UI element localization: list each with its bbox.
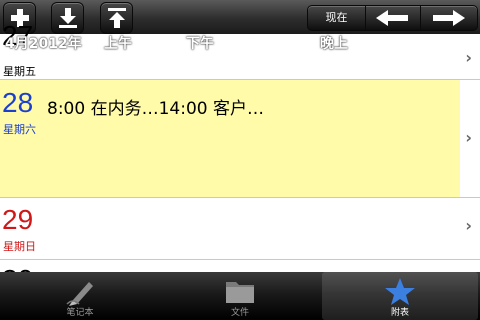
day-row-29[interactable]: 29 星期日 ›: [0, 198, 480, 260]
arrow-right-icon: [433, 10, 465, 26]
weekday-label: 星期五: [3, 65, 36, 78]
day-row-28[interactable]: 28 星期六 8:00 在内务…14:00 客户… ›: [0, 80, 480, 198]
evening-label: 晚上: [320, 36, 348, 52]
bottom-tab-bar: 笔记本 文件 附表: [0, 272, 480, 320]
now-button[interactable]: 现在: [307, 5, 366, 31]
arrow-left-icon: [376, 10, 408, 26]
pen-icon: [66, 282, 93, 306]
arrow-down-icon: [59, 8, 77, 28]
tab-label: 笔记本: [66, 308, 94, 318]
chevron-right-icon: ›: [465, 128, 472, 147]
tab-label: 文件: [230, 308, 249, 318]
next-button[interactable]: [420, 5, 478, 31]
download-button[interactable]: [51, 2, 84, 34]
tab-files[interactable]: 文件: [160, 272, 320, 320]
event-summary[interactable]: 8:00 在内务…14:00 客户…: [47, 94, 264, 119]
top-toolbar: 现在: [0, 0, 480, 34]
upload-button[interactable]: [100, 2, 133, 34]
morning-label: 上午: [104, 36, 132, 52]
tab-attachments[interactable]: 附表: [322, 272, 478, 320]
folder-icon: [226, 282, 254, 303]
day-number: 28: [2, 87, 34, 118]
chevron-right-icon: ›: [465, 216, 472, 235]
arrow-up-icon: [108, 8, 126, 28]
previous-button[interactable]: [365, 5, 421, 31]
month-label: 4月2012年: [5, 36, 82, 52]
tab-label: 附表: [390, 308, 409, 318]
tab-notebook[interactable]: 笔记本: [0, 272, 160, 320]
star-icon: [385, 278, 415, 305]
chevron-right-icon: ›: [465, 48, 472, 67]
day-number: 29: [2, 204, 34, 235]
weekday-label: 星期日: [3, 240, 36, 253]
afternoon-label: 下午: [186, 36, 214, 52]
weekday-label: 星期六: [3, 123, 36, 136]
